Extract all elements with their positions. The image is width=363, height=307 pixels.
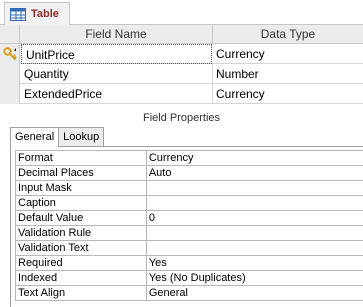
data-type-cell[interactable]: Currency: [213, 44, 363, 64]
property-name: Default Value: [15, 210, 147, 226]
property-name: Format: [15, 150, 147, 166]
property-name: Required: [15, 255, 147, 271]
property-name: Input Mask: [15, 180, 147, 196]
property-value[interactable]: Auto: [145, 165, 363, 181]
field-row[interactable]: ExtendedPrice Currency: [0, 84, 363, 104]
field-row[interactable]: UnitPrice Currency: [0, 44, 363, 64]
table-icon: [10, 7, 26, 21]
property-row[interactable]: Default Value 0: [15, 210, 363, 226]
field-row[interactable]: Quantity Number: [0, 64, 363, 84]
property-row[interactable]: Validation Text: [15, 240, 363, 256]
row-selector[interactable]: [0, 44, 20, 64]
property-name: Caption: [15, 195, 147, 211]
property-value[interactable]: [145, 195, 363, 211]
property-value[interactable]: Yes: [145, 255, 363, 271]
field-name-cell[interactable]: ExtendedPrice: [20, 84, 213, 104]
row-selector[interactable]: [0, 64, 20, 84]
property-value[interactable]: 0: [145, 210, 363, 226]
property-name: Indexed: [15, 270, 147, 286]
property-value[interactable]: [145, 240, 363, 256]
data-type-cell[interactable]: Currency: [213, 84, 363, 104]
field-properties-tabs: General Lookup: [10, 127, 105, 147]
property-value[interactable]: General: [145, 285, 363, 301]
property-name: Validation Text: [15, 240, 147, 256]
property-name: Decimal Places: [15, 165, 147, 181]
data-type-cell[interactable]: Number: [213, 64, 363, 84]
property-row[interactable]: Indexed Yes (No Duplicates): [15, 270, 363, 286]
property-row[interactable]: Text Align General: [15, 285, 363, 301]
property-row[interactable]: Caption: [15, 195, 363, 211]
document-tab-strip: Table: [0, 0, 363, 25]
field-name-cell[interactable]: UnitPrice: [21, 44, 212, 64]
table-tab-label: Table: [31, 8, 59, 20]
field-properties-title: Field Properties: [142, 112, 221, 124]
property-value[interactable]: [145, 225, 363, 241]
property-value[interactable]: [145, 180, 363, 196]
property-name: Text Align: [15, 285, 147, 301]
design-grid: Field Name Data Type UnitPrice Currency …: [0, 25, 363, 104]
property-value[interactable]: Currency: [145, 150, 363, 166]
field-name-cell[interactable]: Quantity: [20, 64, 213, 84]
property-name: Validation Rule: [15, 225, 147, 241]
row-selector[interactable]: [0, 84, 20, 104]
properties-table: Format Currency Decimal Places Auto Inpu…: [15, 150, 363, 301]
tab-lookup[interactable]: Lookup: [58, 127, 105, 146]
grid-header: Field Name Data Type: [0, 25, 363, 44]
data-type-column-header[interactable]: Data Type: [213, 25, 363, 44]
property-row[interactable]: Input Mask: [15, 180, 363, 196]
grid-corner[interactable]: [0, 25, 20, 44]
property-row[interactable]: Required Yes: [15, 255, 363, 271]
primary-key-icon: [3, 47, 17, 61]
table-document-tab[interactable]: Table: [4, 2, 70, 25]
property-value[interactable]: Yes (No Duplicates): [145, 270, 363, 286]
property-row[interactable]: Decimal Places Auto: [15, 165, 363, 181]
property-row[interactable]: Validation Rule: [15, 225, 363, 241]
field-name-column-header[interactable]: Field Name: [20, 25, 213, 44]
property-row[interactable]: Format Currency: [15, 150, 363, 166]
field-properties-panel: Format Currency Decimal Places Auto Inpu…: [10, 146, 363, 307]
tab-general[interactable]: General: [10, 127, 60, 147]
